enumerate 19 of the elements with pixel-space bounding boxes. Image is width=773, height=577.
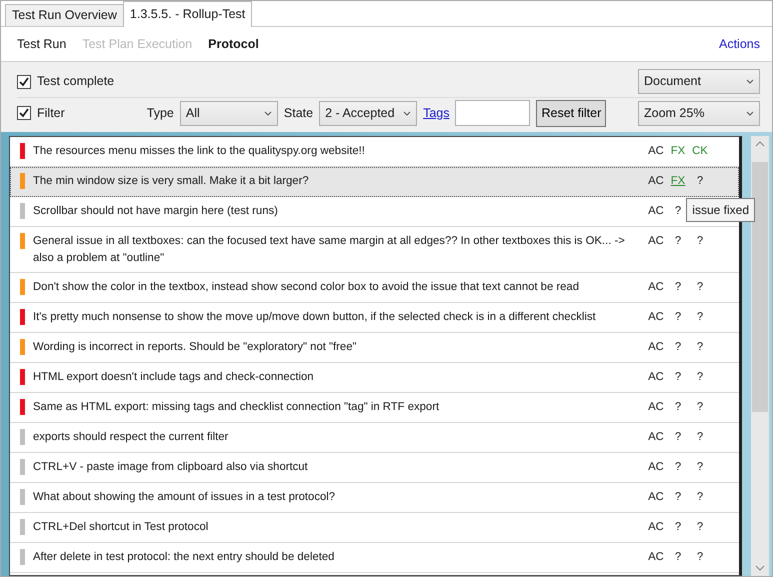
issue-text: Same as HTML export: missing tags and checklist connection "tag" in RTF export bbox=[33, 400, 440, 415]
tooltip: issue fixed bbox=[686, 198, 755, 222]
checkbox-label: Test complete bbox=[37, 73, 114, 90]
issue-text: Scrollbar should not have margin here (test runs) bbox=[33, 204, 279, 219]
issue-text: CTRL+V - paste image from clipboard also via shortcut bbox=[33, 460, 309, 475]
issue-text: What about showing the amount of issues in a test protocol? bbox=[33, 490, 336, 505]
field-label: Type bbox=[146, 104, 174, 122]
issue-text: The min window size is very small. Make it a bit larger? bbox=[33, 174, 310, 189]
issue-text: Wording is incorrect in reports. Should be "exploratory" not "free" bbox=[33, 340, 358, 355]
issue-text: The resources menu misses the link to the qualityspy.org website!! bbox=[33, 144, 366, 159]
issue-text: Don't show the color in the textbox, instead show second color box to avoid the issue that text cannot be read bbox=[33, 280, 580, 295]
checkbox-label: Filter bbox=[37, 104, 65, 122]
issue-text: General issue in all textboxes: can the focused text have same margin at all edges?? In other textboxes this is OK... -> also a problem at "outline" bbox=[33, 234, 626, 266]
issue-text: After delete in test protocol: the next entry should be deleted bbox=[33, 550, 336, 565]
issue-text: HTML export doesn't include tags and check-connection bbox=[33, 370, 315, 385]
field-label: State bbox=[284, 104, 314, 122]
issue-text: CTRL+Del shortcut in Test protocol bbox=[33, 520, 210, 535]
issue-text: exports should respect the current filter bbox=[33, 430, 230, 445]
issue-text: It's pretty much nonsense to show the move up/move down button, if the selected check is in a different checklist bbox=[33, 310, 597, 325]
